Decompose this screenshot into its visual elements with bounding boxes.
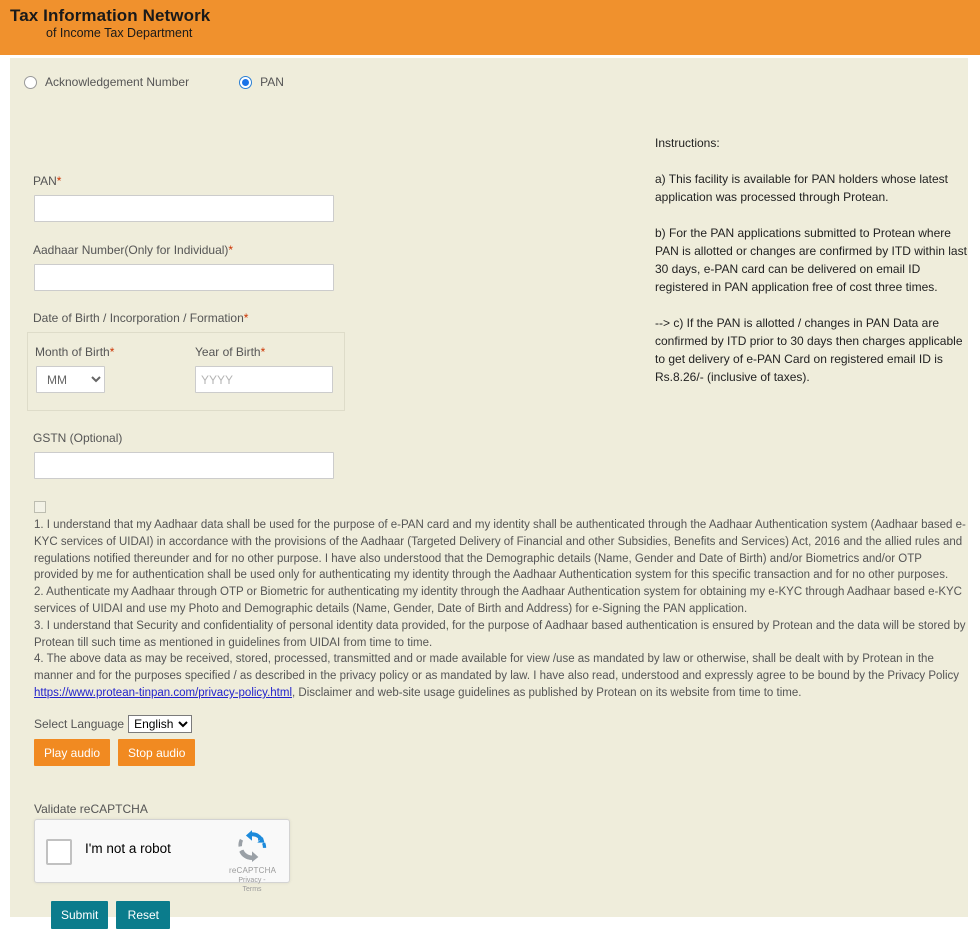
form-actions: Submit Reset — [51, 901, 171, 929]
recaptcha-checkbox-label: I'm not a robot — [85, 841, 171, 856]
year-of-birth-label-text: Year of Birth — [195, 345, 261, 359]
pan-required-mark: * — [56, 174, 62, 188]
gstn-label: GSTN (Optional) — [33, 431, 123, 445]
reset-button[interactable]: Reset — [116, 901, 171, 929]
terms-item-4: 4. The above data as may be received, st… — [34, 651, 968, 701]
recaptcha-brand-text: reCAPTCHA — [229, 866, 277, 875]
month-of-birth-label: Month of Birth* — [35, 345, 114, 359]
captcha-label: Validate reCAPTCHA — [34, 802, 148, 816]
gstn-input[interactable] — [34, 452, 334, 479]
brand-logo: Tax Information Network of Income Tax De… — [10, 5, 210, 41]
content-panel: Acknowledgement Number PAN PAN* Aadhaar … — [10, 58, 968, 929]
dob-group-label-text: Date of Birth / Incorporation / Formatio… — [33, 311, 244, 325]
brand-title: Tax Information Network — [10, 6, 211, 25]
brand-subtitle: of Income Tax Department — [46, 26, 193, 40]
instruction-c: --> c) If the PAN is allotted / changes … — [655, 316, 963, 384]
recaptcha-logo-block: reCAPTCHA Privacy - Terms — [229, 828, 277, 894]
recaptcha-checkbox[interactable] — [46, 839, 72, 865]
month-of-birth-select[interactable]: MM — [36, 366, 105, 393]
privacy-policy-link[interactable]: https://www.protean-tinpan.com/privacy-p… — [34, 687, 292, 699]
pan-input[interactable] — [34, 195, 334, 222]
year-required-mark: * — [260, 345, 266, 359]
month-required-mark: * — [109, 345, 115, 359]
terms-item-3: 3. I understand that Security and confid… — [34, 619, 966, 649]
play-audio-button[interactable]: Play audio — [34, 739, 111, 766]
application-type-radio-group: Acknowledgement Number PAN — [24, 75, 284, 89]
month-of-birth-label-text: Month of Birth — [35, 345, 110, 359]
recaptcha-icon — [238, 830, 267, 862]
language-select[interactable]: English — [128, 715, 193, 733]
radio-acknowledgement-number[interactable] — [24, 75, 37, 89]
submit-button[interactable]: Submit — [51, 901, 109, 929]
instructions-title: Instructions: — [655, 136, 720, 150]
aadhaar-input[interactable] — [34, 264, 334, 291]
dob-required-mark: * — [243, 311, 249, 325]
year-of-birth-label: Year of Birth* — [195, 345, 265, 359]
year-of-birth-input[interactable] — [195, 366, 333, 393]
terms-item-4-before: 4. The above data as may be received, st… — [34, 653, 960, 683]
aadhaar-required-mark: * — [228, 243, 234, 257]
recaptcha-legal-text[interactable]: Privacy - Terms — [229, 876, 275, 894]
radio-label-acknowledgement-number: Acknowledgement Number — [45, 75, 190, 89]
radio-label-pan: PAN — [260, 75, 284, 89]
aadhaar-label-text: Aadhaar Number(Only for Individual) — [33, 243, 229, 257]
radio-pan[interactable] — [239, 75, 253, 89]
terms-text-block: 1. I understand that my Aadhaar data sha… — [34, 517, 968, 702]
instructions-panel: Instructions: a) This facility is availa… — [655, 134, 975, 404]
language-row: Select Language English — [34, 715, 193, 733]
pan-label: PAN* — [33, 174, 61, 188]
aadhaar-label: Aadhaar Number(Only for Individual)* — [33, 243, 233, 257]
instruction-a: a) This facility is available for PAN ho… — [655, 172, 949, 204]
terms-item-1: 1. I understand that my Aadhaar data sha… — [34, 519, 966, 582]
instruction-b: b) For the PAN applications submitted to… — [655, 226, 967, 294]
terms-item-4-after: , Disclaimer and web-site usage guidelin… — [292, 686, 802, 699]
site-header: Tax Information Network of Income Tax De… — [0, 0, 980, 55]
recaptcha-widget[interactable]: I'm not a robot reCAPTCHA Privacy - Term… — [34, 819, 290, 893]
stop-audio-button[interactable]: Stop audio — [118, 739, 196, 766]
terms-checkbox[interactable] — [34, 501, 46, 513]
pan-label-text: PAN — [33, 174, 57, 188]
audio-controls: Play audio Stop audio — [34, 739, 196, 766]
dob-group-label: Date of Birth / Incorporation / Formatio… — [33, 311, 248, 325]
select-language-label: Select Language — [34, 717, 125, 731]
terms-item-2: 2. Authenticate my Aadhaar through OTP o… — [34, 586, 962, 615]
